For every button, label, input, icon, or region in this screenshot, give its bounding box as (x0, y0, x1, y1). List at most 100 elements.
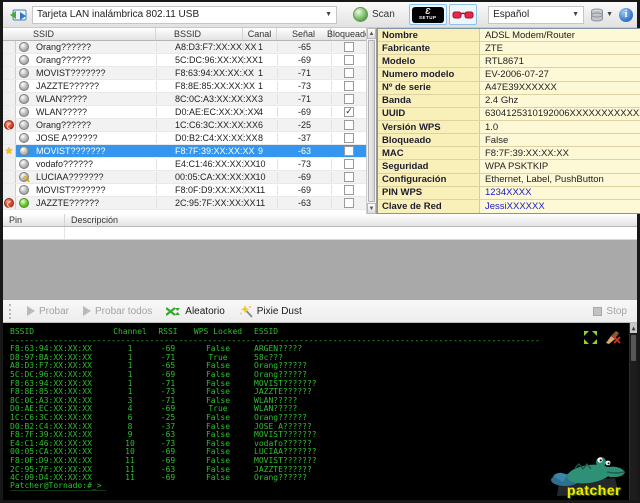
table-row[interactable]: vodafo?????? E4:C1:46:XX:XX:XX 10 -73 (3, 158, 366, 171)
detail-label: Banda (378, 94, 480, 107)
scrollbar-thumb[interactable] (368, 40, 375, 202)
locked-red-icon (4, 120, 14, 130)
cell-ssid: MOVIST??????? (36, 146, 106, 156)
wps-mode-group: Ɛ SETUP (408, 4, 477, 25)
column-header-pin[interactable]: Pin (3, 214, 65, 226)
terminal-header: BSSID Channel RSSI WPS Locked ESSID (10, 327, 637, 337)
blocked-checkbox[interactable] (344, 81, 354, 91)
scan-orb-icon (353, 7, 368, 22)
table-row[interactable]: Orang?????? 1C:C6:3C:XX:XX:XX 6 -25 (3, 119, 366, 132)
table-row[interactable]: JAZZTE?????? 2C:95:7F:XX:XX:XX 11 -63 (3, 197, 366, 210)
column-header-ssid[interactable]: SSID (3, 28, 156, 40)
blocked-checkbox[interactable] (344, 120, 354, 130)
table-row[interactable]: MOVIST??????? F8:63:94:XX:XX:XX 1 -71 (3, 67, 366, 80)
scroll-down-arrow[interactable]: ▼ (367, 203, 376, 214)
blocked-checkbox[interactable] (344, 146, 354, 156)
network-adapter-icon (10, 9, 27, 21)
table-row[interactable]: WLAN????? 8C:0C:A3:XX:XX:XX 3 -71 (3, 93, 366, 106)
blocked-checkbox[interactable] (344, 68, 354, 78)
scroll-up-arrow[interactable]: ▲ (367, 28, 376, 39)
aleatorio-label: Aleatorio (185, 305, 225, 317)
cell-canal: 1 (243, 81, 277, 91)
blocked-checkbox[interactable] (344, 55, 354, 65)
detail-value-network-key[interactable]: JessiXXXXXX (480, 199, 640, 213)
network-table-scrollbar[interactable]: ▲ ▼ (366, 28, 376, 214)
scan-button[interactable]: Scan (353, 7, 395, 22)
table-row[interactable]: JAZZTE?????? F8:8E:85:XX:XX:XX 1 -73 (3, 80, 366, 93)
scroll-up-arrow[interactable]: ▲ (630, 323, 637, 333)
table-row[interactable]: Orang?????? 5C:DC:96:XX:XX:XX 1 -69 (3, 54, 366, 67)
table-row[interactable]: Orang?????? A8:D3:F7:XX:XX:XX 1 -65 (3, 41, 366, 54)
cell-ssid: Orang?????? (36, 120, 92, 130)
signal-sphere-icon (16, 185, 32, 195)
pixie-dust-button[interactable]: Pixie Dust (235, 303, 306, 320)
probar-button[interactable]: Probar (23, 304, 73, 319)
table-row[interactable]: JOSE A?????? D0:B2:C4:XX:XX:XX 8 -37 (3, 132, 366, 145)
detail-row: Fabricante ZTE (378, 42, 640, 56)
cell-senal: -71 (277, 68, 331, 78)
cell-bssid: F8:8E:85:XX:XX:XX (156, 81, 255, 91)
terminal-output: BSSID Channel RSSI WPS Locked ESSID ----… (3, 323, 637, 483)
database-icon (591, 8, 604, 21)
detail-value: EV-2006-07-27 (480, 68, 640, 81)
blocked-checkbox[interactable] (344, 172, 354, 182)
stop-button[interactable]: Stop (589, 304, 631, 319)
table-row-selected[interactable]: ★ MOVIST??????? F8:7F:39:XX:XX:XX 9 -63 (3, 145, 366, 158)
database-button[interactable]: ▼ (590, 8, 613, 22)
blocked-checkbox[interactable] (344, 107, 354, 117)
detail-value: 1.0 (480, 121, 640, 134)
cell-canal: 6 (243, 120, 277, 130)
column-header-bssid[interactable]: BSSID (156, 28, 243, 40)
blocked-checkbox[interactable] (344, 133, 354, 143)
blocked-checkbox[interactable] (344, 94, 354, 104)
cell-ssid: vodafo?????? (36, 159, 94, 169)
aleatorio-button[interactable]: Aleatorio (162, 304, 228, 319)
clear-brush-icon[interactable] (605, 331, 621, 344)
detail-value: RTL8671 (480, 55, 640, 68)
table-row[interactable]: WLAN????? D0:AE:EC:XX:XX:XX 4 -69 (3, 106, 366, 119)
pixie-glasses-button[interactable] (448, 4, 477, 25)
detail-row: Clave de Red JessiXXXXXX (378, 199, 640, 213)
cell-ssid: Orang?????? (36, 55, 92, 65)
signal-sphere-key-icon (16, 172, 32, 183)
info-button[interactable]: i (619, 7, 633, 22)
terminal[interactable]: BSSID Channel RSSI WPS Locked ESSID ----… (3, 323, 637, 500)
column-header-bloqueado[interactable]: Bloqueado (327, 28, 370, 40)
play-icon (27, 306, 35, 316)
table-row[interactable]: LUCIAA??????? 00:05:CA:XX:XX:XX 10 -69 (3, 171, 366, 184)
cell-ssid: LUCIAA??????? (36, 172, 104, 182)
detail-row: Bloqueado False (378, 134, 640, 148)
cell-ssid: JOSE A?????? (36, 133, 98, 143)
cell-canal: 1 (243, 68, 277, 78)
term-col-essid: ESSID (254, 327, 279, 336)
detail-label: PIN WPS (378, 186, 480, 199)
adapter-select[interactable]: Tarjeta LAN inalámbrica 802.11 USB ▼ (32, 5, 337, 24)
column-header-canal[interactable]: Canal (243, 28, 277, 40)
language-select[interactable]: Español ▼ (488, 5, 585, 24)
table-row[interactable]: MOVIST??????? F8:0F:D9:XX:XX:XX 11 -69 (3, 184, 366, 197)
column-header-senal[interactable]: Señal (277, 28, 331, 40)
language-select-value: Español (493, 9, 530, 20)
pin-table-empty-row[interactable] (3, 227, 637, 240)
detail-label: Modelo (378, 55, 480, 68)
cell-canal: 10 (243, 159, 277, 169)
toolbar-grip[interactable] (9, 303, 13, 319)
resize-arrows-icon[interactable] (584, 331, 597, 344)
cell-bssid: A8:D3:F7:XX:XX:XX (156, 42, 257, 52)
detail-value: Ethernet, Label, PushButton (480, 173, 640, 186)
detail-row: PIN WPS 1234XXXX (378, 186, 640, 200)
column-header-descripcion[interactable]: Descripción (65, 214, 637, 226)
blocked-checkbox[interactable] (344, 185, 354, 195)
wps-setup-button[interactable]: Ɛ SETUP (408, 4, 447, 25)
signal-sphere-icon (16, 159, 32, 169)
blocked-checkbox[interactable] (344, 42, 354, 52)
row-gutter (3, 197, 16, 209)
blocked-checkbox[interactable] (344, 198, 354, 208)
terminal-prompt[interactable]: Patcher@Tornado:#_> (10, 481, 106, 491)
detail-value-pin-wps[interactable]: 1234XXXX (480, 186, 640, 199)
probar-todos-button[interactable]: Probar todos (79, 304, 156, 319)
detail-label: MAC (378, 147, 480, 160)
scrollbar-thumb[interactable] (631, 335, 636, 361)
blocked-checkbox[interactable] (344, 159, 354, 169)
scan-button-label: Scan (372, 9, 395, 20)
